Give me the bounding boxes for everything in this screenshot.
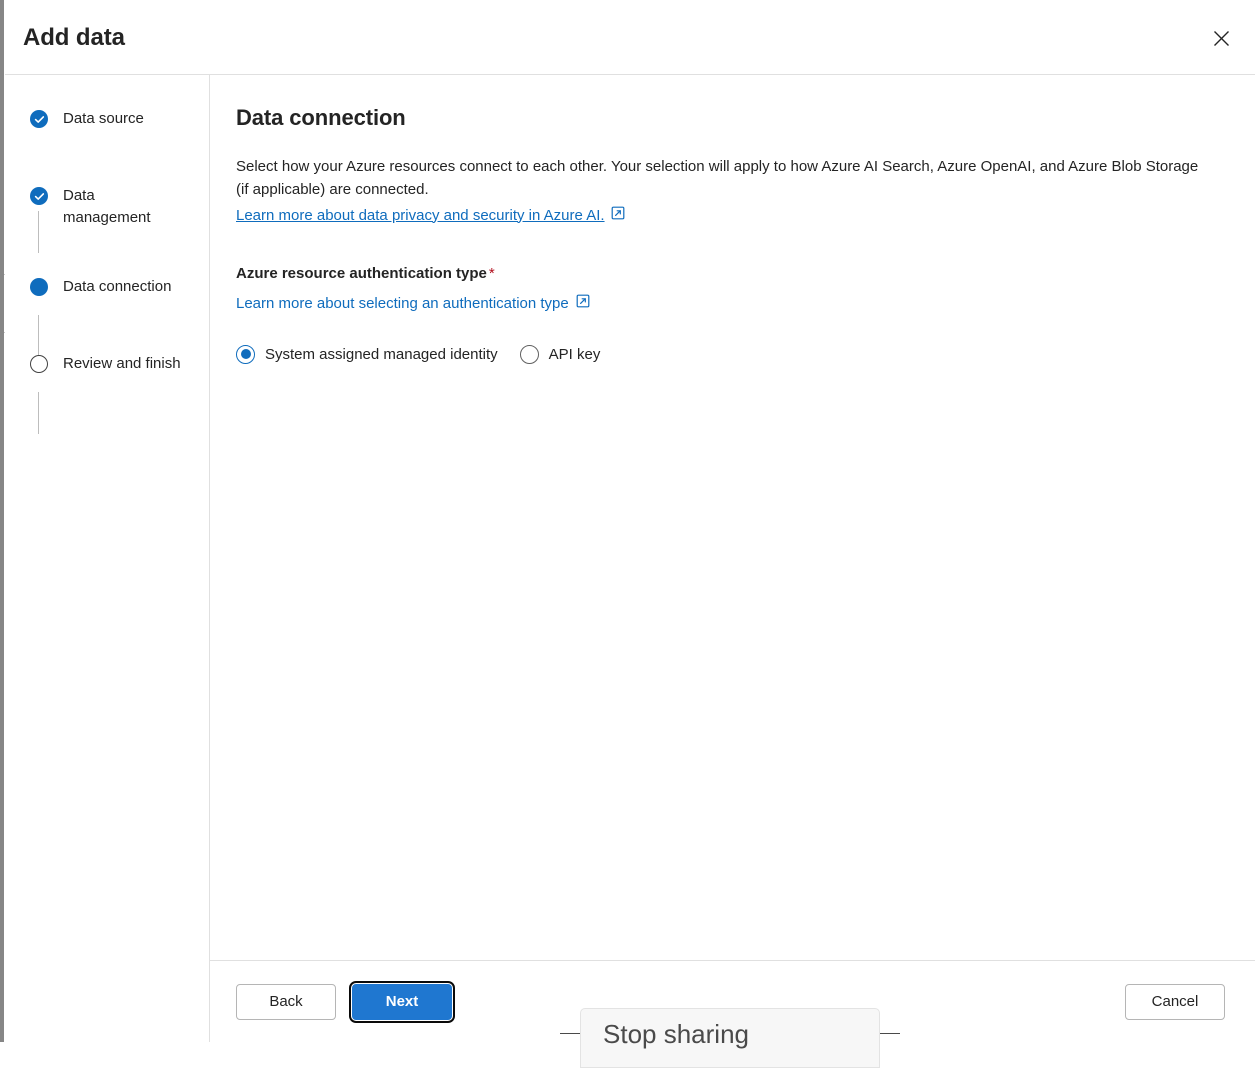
back-button[interactable]: Back (236, 983, 336, 1020)
step-current-icon (30, 277, 48, 296)
content-area: Data connection Select how your Azure re… (210, 75, 1255, 960)
window-edge-strip (0, 0, 4, 1042)
step-completed-icon (30, 187, 48, 205)
screen-share-toast[interactable]: Stop sharing (580, 1008, 880, 1068)
wizard-step-list: Data source Data management Data connect… (5, 75, 210, 1042)
footer-left-actions: Back Next (236, 980, 455, 1023)
radio-option-label: API key (548, 345, 601, 363)
dialog-body: Data source Data management Data connect… (5, 75, 1255, 1042)
auth-link-row: Learn more about selecting an authentica… (236, 294, 590, 313)
step-connector (38, 315, 39, 357)
add-data-dialog: Add data Data source Data management Dat… (5, 0, 1255, 1042)
step-pending-icon (30, 354, 48, 373)
stop-sharing-label[interactable]: Stop sharing (603, 1019, 749, 1050)
section-description: Select how your Azure resources connect … (236, 158, 1199, 199)
auth-type-label: Azure resource authentication type * (236, 265, 1225, 282)
radio-unselected-icon[interactable] (519, 344, 539, 364)
step-connector (38, 392, 39, 434)
section-heading: Data connection (236, 105, 406, 130)
page-title: Add data (23, 24, 125, 51)
wizard-step-data-connection[interactable]: Data connection (5, 276, 209, 306)
close-icon (1213, 30, 1230, 47)
radio-option-system-assigned-managed-identity[interactable]: System assigned managed identity (236, 344, 498, 364)
required-indicator: * (488, 264, 495, 282)
dialog-header: Add data (5, 0, 1255, 75)
share-toast-rule (560, 1033, 582, 1034)
auth-type-radio-group: System assigned managed identity API key (236, 344, 1225, 364)
wizard-step-label: Data source (63, 110, 144, 127)
step-completed-icon (30, 110, 48, 128)
main-pane: Data connection Select how your Azure re… (210, 75, 1255, 1042)
radio-option-api-key[interactable]: API key (519, 344, 601, 364)
wizard-step-label: Data connection (63, 277, 172, 295)
wizard-step-label: Review and finish (63, 354, 181, 372)
external-link-icon (576, 294, 590, 313)
share-toast-rule (878, 1033, 900, 1034)
radio-option-label: System assigned managed identity (265, 345, 498, 363)
cancel-button[interactable]: Cancel (1125, 983, 1225, 1020)
wizard-step-label: Data management (63, 187, 151, 226)
auth-type-help-link[interactable]: Learn more about selecting an authentica… (236, 295, 569, 312)
wizard-step-data-source[interactable]: Data source (5, 108, 209, 138)
auth-type-label-text: Azure resource authentication type (236, 264, 487, 282)
close-button[interactable] (1203, 20, 1239, 56)
external-link-icon (611, 206, 625, 225)
data-privacy-link[interactable]: Learn more about data privacy and securi… (236, 207, 605, 224)
radio-selected-icon[interactable] (236, 344, 255, 364)
privacy-link-row: Learn more about data privacy and securi… (236, 206, 625, 225)
next-button[interactable]: Next (349, 980, 455, 1023)
wizard-step-review-and-finish[interactable]: Review and finish (5, 353, 209, 383)
wizard-step-data-management[interactable]: Data management (5, 185, 209, 229)
